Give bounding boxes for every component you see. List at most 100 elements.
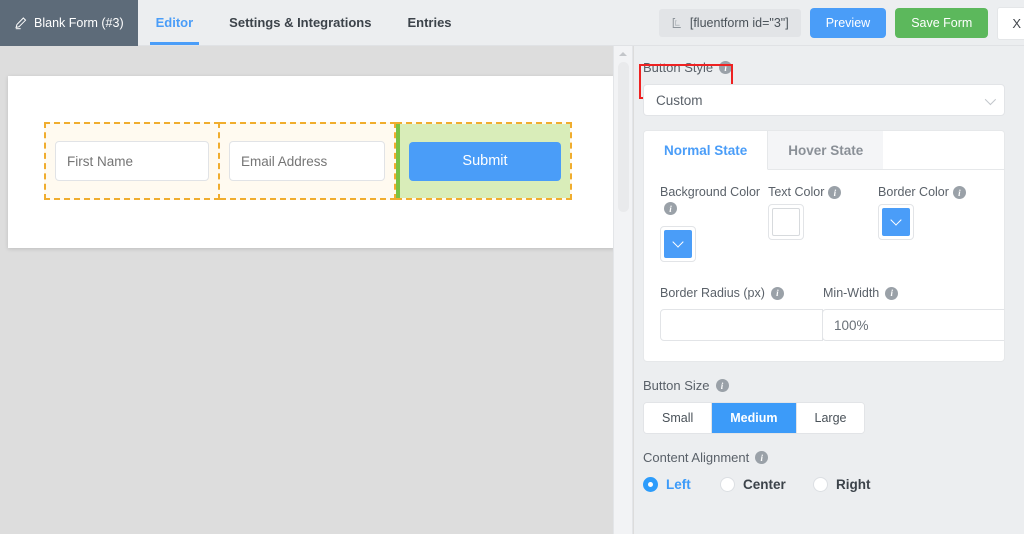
button-size-label-text: Button Size	[643, 378, 710, 393]
shortcode-bracket-icon	[671, 17, 683, 29]
color-controls-row: Background Colori Text Color i Border Co…	[660, 184, 988, 262]
radio-icon	[643, 477, 658, 492]
background-color-control: Background Color i	[660, 184, 768, 262]
border-radius-input[interactable]	[660, 309, 823, 341]
canvas-scrollbar[interactable]	[613, 46, 633, 534]
content-alignment-label: Content Alignment i	[643, 450, 1024, 465]
min-width-input[interactable]: 100%	[822, 309, 1004, 341]
state-tabs-filler	[883, 131, 1004, 170]
border-color-label: Border Color i	[878, 184, 982, 200]
shortcode-text: [fluentform id="3"]	[689, 16, 789, 30]
tab-entries[interactable]: Entries	[389, 0, 469, 45]
tab-settings-label: Settings & Integrations	[229, 15, 372, 30]
radio-icon	[813, 477, 828, 492]
button-state-card: Normal State Hover State Background Colo…	[643, 130, 1005, 362]
chevron-down-icon	[890, 214, 902, 226]
state-tabs: Normal State Hover State	[644, 131, 1004, 170]
first-name-input[interactable]	[55, 141, 209, 181]
form-canvas: Submit	[0, 46, 613, 534]
form-row: Submit	[44, 122, 572, 200]
content-alignment-radio-group: Left Center Right	[643, 477, 1024, 492]
close-button[interactable]: X	[997, 6, 1024, 40]
button-style-label: Button Style i	[643, 60, 1024, 75]
scrollbar-thumb[interactable]	[618, 62, 629, 212]
background-color-label: Background Color i	[660, 184, 764, 216]
save-form-button[interactable]: Save Form	[895, 8, 989, 38]
info-icon[interactable]: i	[885, 286, 899, 300]
text-color-swatch	[772, 208, 801, 236]
text-color-swatch-button[interactable]	[768, 204, 805, 240]
info-icon[interactable]: i	[828, 186, 842, 200]
border-radius-label: Border Radius (px) i	[660, 286, 823, 300]
border-color-label-text: Border Color	[878, 185, 949, 199]
submit-button[interactable]: Submit	[409, 141, 561, 181]
settings-panel: Button Style i Custom Normal State Hover…	[634, 46, 1024, 534]
chevron-down-icon	[672, 236, 684, 248]
info-icon[interactable]: i	[715, 379, 729, 392]
tab-settings-integrations[interactable]: Settings & Integrations	[211, 0, 389, 45]
shortcode-chip[interactable]: [fluentform id="3"]	[658, 9, 801, 37]
text-color-label: Text Color i	[768, 184, 872, 200]
content-alignment-option-center[interactable]: Center	[720, 477, 813, 492]
tab-normal-state-label: Normal State	[664, 142, 748, 158]
preview-button[interactable]: Preview	[809, 8, 887, 38]
button-size-option-medium[interactable]: Medium	[712, 403, 797, 433]
min-width-label-text: Min-Width	[823, 286, 880, 300]
form-preview-card: Submit	[8, 76, 613, 248]
form-column-email[interactable]	[220, 122, 396, 200]
button-size-label: Button Size i	[643, 378, 1024, 393]
top-bar-actions: [fluentform id="3"] Preview Save Form X	[658, 0, 1024, 46]
border-color-swatch	[882, 208, 911, 236]
min-width-control: Min-Width i 100%	[822, 286, 1004, 341]
border-radius-control: Border Radius (px) i	[660, 286, 823, 341]
tab-hover-state[interactable]: Hover State	[768, 131, 884, 170]
border-color-control: Border Color i	[878, 184, 988, 262]
email-address-input[interactable]	[229, 141, 385, 181]
background-color-label-text: Background Color	[660, 185, 761, 199]
info-icon[interactable]: i	[755, 451, 769, 464]
content-alignment-right-label: Right	[836, 477, 871, 492]
tab-normal-state[interactable]: Normal State	[644, 131, 769, 170]
text-color-label-text: Text Color	[768, 185, 825, 199]
button-size-option-large[interactable]: Large	[796, 403, 865, 433]
info-icon[interactable]: i	[664, 202, 677, 216]
background-color-swatch-button[interactable]	[660, 226, 696, 262]
button-size-segmented-control: Small Medium Large	[643, 402, 866, 434]
button-size-medium-label: Medium	[730, 411, 778, 425]
form-title-text: Blank Form (#3)	[34, 16, 124, 30]
tab-hover-state-label: Hover State	[788, 142, 864, 158]
scroll-up-arrow-icon[interactable]	[619, 52, 627, 56]
submit-selection-highlight: Submit	[396, 124, 570, 198]
form-column-first-name[interactable]	[44, 122, 220, 200]
text-color-control: Text Color i	[768, 184, 878, 262]
main-nav-tabs: Editor Settings & Integrations Entries	[138, 0, 470, 45]
state-card-body: Background Colori Text Color i Border Co…	[644, 170, 1004, 361]
chevron-down-icon	[984, 93, 997, 106]
settings-panel-inner: Button Style i Custom Normal State Hover…	[634, 60, 1024, 492]
content-alignment-option-right[interactable]: Right	[813, 477, 871, 492]
tab-editor[interactable]: Editor	[138, 0, 212, 45]
border-color-swatch-button[interactable]	[878, 204, 915, 240]
button-style-select[interactable]: Custom	[643, 84, 1005, 116]
border-radius-label-text: Border Radius (px)	[660, 286, 765, 300]
dimension-controls-row: Border Radius (px) i Min-Width i 100%	[660, 286, 1004, 341]
tab-editor-label: Editor	[155, 15, 194, 30]
app-root: Blank Form (#3) Editor Settings & Integr…	[0, 0, 1024, 534]
radio-icon	[720, 477, 735, 492]
form-title[interactable]: Blank Form (#3)	[0, 0, 138, 46]
info-icon[interactable]: i	[770, 286, 784, 300]
content-alignment-center-label: Center	[743, 477, 786, 492]
background-color-swatch	[664, 230, 692, 258]
info-icon[interactable]: i	[719, 61, 733, 74]
min-width-label: Min-Width i	[823, 286, 1004, 300]
pencil-icon	[14, 16, 27, 30]
top-bar: Blank Form (#3) Editor Settings & Integr…	[0, 0, 1024, 46]
info-icon[interactable]: i	[952, 186, 966, 200]
content-alignment-label-text: Content Alignment	[643, 450, 750, 465]
button-size-option-small[interactable]: Small	[644, 403, 713, 433]
form-column-submit[interactable]: Submit	[396, 122, 572, 200]
tab-entries-label: Entries	[407, 15, 452, 30]
button-style-select-value: Custom	[656, 92, 703, 108]
content-alignment-left-label: Left	[666, 477, 691, 492]
content-alignment-option-left[interactable]: Left	[643, 477, 720, 492]
